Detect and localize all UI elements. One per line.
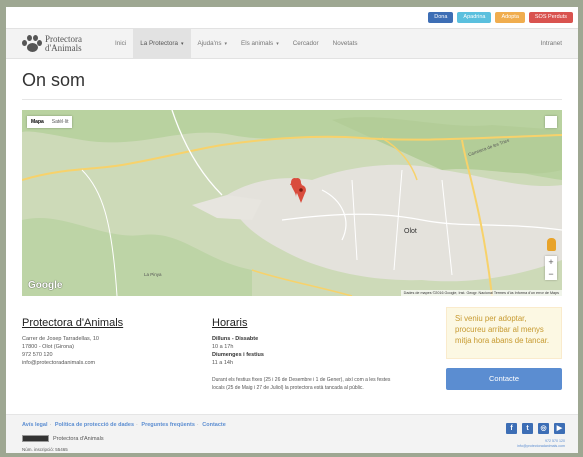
license: Protectora d'Animals [22, 435, 104, 442]
map-canvas [22, 110, 562, 296]
donate-button[interactable]: Dona [428, 12, 454, 23]
adopt-button[interactable]: Adopta [495, 12, 525, 23]
footer-link-legal[interactable]: Avís legal [22, 422, 47, 428]
map-embed[interactable]: Mapa Satèl·lit + − Olot La Pinya Carrete… [22, 110, 562, 296]
sponsor-button[interactable]: Apadrina [457, 12, 492, 23]
map-label-la-pinya: La Pinya [144, 272, 162, 277]
google-logo: Google [28, 280, 63, 291]
intranet-link[interactable]: Intranet [541, 40, 562, 47]
visit-box: Si veniu per adoptar, procureu arribar a… [446, 307, 562, 390]
license-text: Protectora d'Animals [53, 435, 104, 442]
map-type-toggle: Mapa Satèl·lit [27, 116, 73, 128]
page-title: On som [22, 70, 86, 90]
zoom-controls: + − [545, 256, 557, 280]
map-tab-satellite[interactable]: Satèl·lit [48, 116, 73, 128]
weekday-time: 10 a 17h [212, 344, 234, 350]
nav-els-animals-label: Els animals [241, 40, 274, 47]
nav-home-label: Inici [115, 40, 127, 47]
fullscreen-icon[interactable] [545, 116, 557, 128]
address-city: 17800 - Olot (Girona) [22, 344, 74, 350]
address-block: Protectora d'Animals Carrer de Josep Tar… [22, 317, 197, 367]
footer: Avís legal · Política de protecció de dad… [6, 414, 578, 453]
map-label-olot: Olot [404, 228, 417, 235]
footer-email[interactable]: info@protectoradanimals.com [517, 444, 565, 449]
nav-ajudans-label: Ajuda'ns [197, 40, 222, 47]
chevron-down-icon: ▾ [276, 40, 279, 47]
hours-block: Horaris Dilluns - Dissabte 10 a 17h Dium… [212, 317, 392, 392]
weekday-label: Dilluns - Dissabte [212, 336, 259, 342]
nav-la-protectora[interactable]: La Protectora ▾ [133, 29, 191, 58]
nav-cercador[interactable]: Cercador [286, 29, 326, 58]
address-street: Carrer de Josep Tarradellas, 10 [22, 336, 99, 342]
footer-link-privacy[interactable]: Política de protecció de dades [55, 422, 134, 428]
nav-home[interactable]: Inici [108, 29, 133, 58]
map-tab-map[interactable]: Mapa [27, 116, 48, 128]
facebook-icon[interactable]: f [506, 423, 517, 434]
nav-els-animals[interactable]: Els animals ▾ [234, 29, 286, 58]
pegman-icon[interactable] [547, 238, 556, 251]
brand-logo[interactable]: Protectora d'Animals [22, 34, 106, 53]
map-attribution[interactable]: Dades de mapes ©2016 Google, Inst. Geogr… [400, 290, 562, 296]
zoom-out-button[interactable]: − [545, 268, 557, 280]
social-links: f t ◎ ▶ [506, 423, 565, 434]
footer-link-contact[interactable]: Contacte [202, 422, 226, 428]
address-email[interactable]: info@protectoradanimals.com [22, 359, 197, 367]
zoom-in-button[interactable]: + [545, 256, 557, 268]
footer-link-faq[interactable]: Preguntes freqüents [141, 422, 194, 428]
address-phone: 972 570 120 [22, 352, 53, 358]
title-divider [22, 99, 562, 100]
footer-contact: 972 570 120 info@protectoradanimals.com [517, 439, 565, 449]
main-nav: Inici La Protectora ▾ Ajuda'ns ▾ Els anima… [108, 29, 365, 58]
contact-button[interactable]: Contacte [446, 368, 562, 390]
twitter-icon[interactable]: t [522, 423, 533, 434]
top-strip: Dona Apadrina Adopta SOS Perduts [6, 7, 578, 28]
cc-license-icon[interactable] [22, 435, 49, 442]
nav-ajudans[interactable]: Ajuda'ns ▾ [191, 29, 234, 58]
holiday-note: Durant els festius fixes (25 i 26 de Des… [212, 377, 391, 391]
chevron-down-icon: ▾ [224, 40, 228, 47]
adoption-warning: Si veniu per adoptar, procureu arribar a… [446, 307, 562, 359]
instagram-icon[interactable]: ◎ [538, 423, 549, 434]
paw-icon [22, 34, 42, 53]
registration-number: Núm. inscripció: 55465 [22, 447, 68, 452]
brand-line2: d'Animals [45, 42, 82, 53]
nav-la-protectora-label: La Protectora [140, 40, 179, 47]
youtube-icon[interactable]: ▶ [554, 423, 565, 434]
navbar: Protectora d'Animals Inici La Protectora… [6, 28, 578, 59]
holiday-time: 11 a 14h [212, 360, 234, 366]
brand-text: Protectora d'Animals [45, 34, 82, 53]
nav-novetats[interactable]: Novetats [326, 29, 365, 58]
holiday-label: Diumenges i festius [212, 352, 264, 358]
lost-pets-button[interactable]: SOS Perduts [528, 12, 573, 23]
footer-links: Avís legal · Política de protecció de dad… [22, 422, 226, 428]
page: Dona Apadrina Adopta SOS Perduts Protect… [6, 7, 578, 453]
hours-title: Horaris [212, 317, 248, 329]
chevron-down-icon: ▾ [181, 40, 184, 47]
top-action-buttons: Dona Apadrina Adopta SOS Perduts [428, 12, 573, 23]
nav-novetats-label: Novetats [332, 40, 358, 47]
address-title: Protectora d'Animals [22, 317, 124, 329]
nav-cercador-label: Cercador [292, 40, 319, 47]
